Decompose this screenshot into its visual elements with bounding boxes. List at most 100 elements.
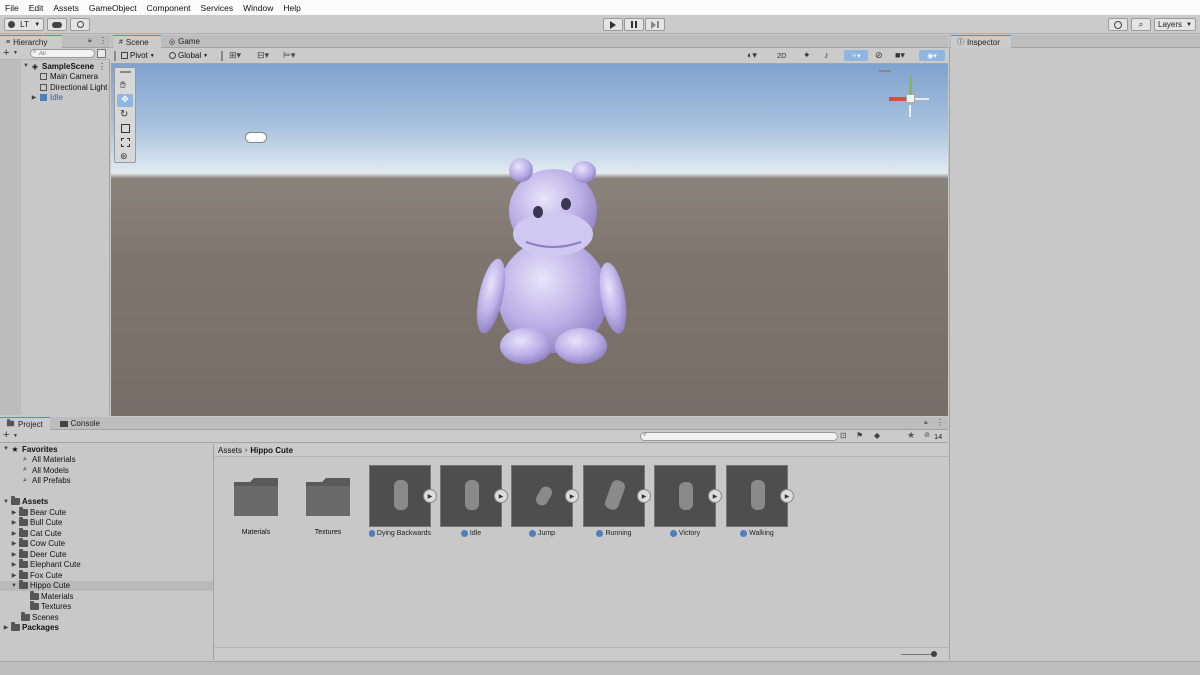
grid-snap-icon[interactable]: ⊞▾ bbox=[229, 50, 241, 61]
tree-item-bull-cute[interactable]: ▶ Bull Cute bbox=[10, 517, 62, 529]
tree-item-idle[interactable]: ▶ Idle bbox=[30, 93, 63, 104]
lock-icon[interactable]: 🔒︎ bbox=[88, 37, 92, 45]
tree-item-hippo-textures[interactable]: Textures bbox=[29, 601, 71, 613]
tree-item-hippo-materials[interactable]: Materials bbox=[29, 590, 73, 602]
hidden-packages-icon[interactable]: ⊘ bbox=[924, 431, 930, 439]
tree-item-elephant-cute[interactable]: ▶ Elephant Cute bbox=[10, 559, 81, 571]
camera-icon[interactable]: ■▾ bbox=[895, 50, 905, 61]
breadcrumb-assets[interactable]: Assets bbox=[218, 446, 242, 455]
expand-play-icon[interactable]: ▶ bbox=[708, 489, 722, 503]
expand-play-icon[interactable]: ▶ bbox=[565, 489, 579, 503]
tree-item-favorites[interactable]: ▼ ★ Favorites bbox=[2, 444, 58, 455]
expand-arrow-icon[interactable]: ▶ bbox=[10, 540, 18, 547]
star-icon[interactable]: ★ bbox=[907, 430, 915, 441]
effects-toggle[interactable]: ✧▾ bbox=[844, 50, 868, 61]
tag-icon[interactable]: ◆ bbox=[874, 431, 880, 440]
toggle-2d-button[interactable]: 2D bbox=[777, 51, 787, 60]
expand-arrow-icon[interactable]: ▶ bbox=[10, 551, 18, 558]
tree-item-directional-light[interactable]: Directional Light bbox=[38, 82, 110, 93]
hippo-model[interactable] bbox=[471, 156, 631, 366]
lighting-icon[interactable]: ✦ bbox=[803, 50, 811, 61]
zoom-slider-handle[interactable] bbox=[931, 651, 937, 657]
grid-folder-materials[interactable]: Materials bbox=[230, 472, 282, 542]
tree-item-bear-cute[interactable]: ▶ Bear Cute bbox=[10, 506, 66, 518]
tree-item-cow-cute[interactable]: ▶ Cow Cute bbox=[10, 538, 65, 550]
rotate-tool-icon[interactable]: ↻ bbox=[120, 109, 128, 120]
tab-console[interactable]: Console bbox=[54, 417, 106, 430]
step-button[interactable] bbox=[645, 18, 665, 31]
transform-tool-icon[interactable]: ⊛ bbox=[120, 151, 128, 162]
gizmo-neg-axis[interactable] bbox=[909, 105, 911, 117]
more-menu-icon[interactable]: ⋮ bbox=[98, 62, 106, 71]
hidden-objects-icon[interactable]: ⊘ bbox=[875, 50, 883, 61]
tab-inspector[interactable]: ⓘ Inspector bbox=[951, 35, 1011, 48]
tree-item-deer-cute[interactable]: ▶ Deer Cute bbox=[10, 548, 66, 560]
menu-help[interactable]: Help bbox=[278, 3, 305, 13]
expand-arrow-icon[interactable]: ▶ bbox=[10, 561, 18, 568]
global-dropdown[interactable]: Global ▼ bbox=[169, 50, 217, 61]
breadcrumb-current[interactable]: Hippo Cute bbox=[250, 446, 293, 455]
more-menu-icon[interactable]: ⋮ bbox=[99, 36, 107, 45]
menu-gameobject[interactable]: GameObject bbox=[84, 3, 142, 13]
gizmo-center[interactable] bbox=[906, 94, 915, 103]
hierarchy-search-input[interactable] bbox=[30, 49, 95, 58]
expand-play-icon[interactable]: ▶ bbox=[423, 489, 437, 503]
chevron-down-icon[interactable]: ▼ bbox=[13, 50, 18, 56]
favorite-all-materials[interactable]: ⌕ All Materials bbox=[20, 455, 76, 466]
expand-arrow-icon[interactable]: ▶ bbox=[30, 94, 38, 101]
pause-button[interactable] bbox=[624, 18, 644, 31]
gizmos-toggle[interactable]: ◉▾ bbox=[919, 50, 945, 61]
menu-edit[interactable]: Edit bbox=[24, 3, 49, 13]
expand-play-icon[interactable]: ▶ bbox=[637, 489, 651, 503]
asset-running[interactable]: ▶ Running bbox=[583, 465, 651, 537]
tree-item-packages[interactable]: ▶ Packages bbox=[2, 622, 59, 634]
zoom-slider-track[interactable] bbox=[901, 654, 935, 655]
layers-dropdown[interactable]: Layers ▼ bbox=[1154, 18, 1196, 31]
expand-arrow-icon[interactable]: ▶ bbox=[10, 519, 18, 526]
ruler-icon[interactable]: ⊨▾ bbox=[283, 50, 295, 61]
hand-tool-icon[interactable]: ✋︎ bbox=[120, 80, 126, 91]
tree-item-main-camera[interactable]: Main Camera bbox=[38, 72, 98, 83]
gizmo-y-axis[interactable] bbox=[909, 76, 912, 94]
add-icon[interactable]: + bbox=[3, 429, 9, 441]
history-button[interactable] bbox=[1108, 18, 1128, 31]
asset-walking[interactable]: ▶ Walking bbox=[726, 465, 794, 537]
expand-arrow-icon[interactable]: ▼ bbox=[2, 499, 10, 505]
project-search-input[interactable] bbox=[640, 432, 838, 441]
audio-icon[interactable]: ♪ bbox=[824, 50, 829, 60]
search-by-label-icon[interactable]: ⚑ bbox=[856, 431, 863, 440]
expand-arrow-icon[interactable]: ▶ bbox=[10, 509, 18, 516]
asset-victory[interactable]: ▶ Victory bbox=[654, 465, 722, 537]
add-icon[interactable]: + bbox=[3, 47, 9, 59]
expand-arrow-icon[interactable]: ▶ bbox=[10, 572, 18, 579]
rect-tool-icon[interactable] bbox=[121, 138, 130, 147]
account-dropdown[interactable]: LT ▼ bbox=[4, 18, 44, 31]
tree-item-cat-cute[interactable]: ▶ Cat Cute bbox=[10, 527, 62, 539]
menu-file[interactable]: File bbox=[0, 3, 24, 13]
cloud-button[interactable] bbox=[47, 18, 67, 31]
favorite-all-models[interactable]: ⌕ All Models bbox=[20, 465, 69, 476]
play-button[interactable] bbox=[603, 18, 623, 31]
tree-item-fox-cute[interactable]: ▶ Fox Cute bbox=[10, 569, 62, 581]
expand-play-icon[interactable]: ▶ bbox=[780, 489, 794, 503]
move-tool-icon[interactable]: ✥ bbox=[117, 94, 133, 107]
more-menu-icon[interactable]: ⋮ bbox=[936, 418, 944, 427]
tree-item-samplescene[interactable]: ▼ ◈ SampleScene ⋮ bbox=[22, 61, 106, 72]
tree-item-assets[interactable]: ▼ Assets bbox=[2, 496, 48, 508]
tree-item-scenes[interactable]: Scenes bbox=[20, 611, 59, 623]
tab-scene[interactable]: # Scene bbox=[113, 35, 161, 48]
gizmo-x-axis[interactable] bbox=[889, 97, 907, 101]
collab-button[interactable] bbox=[70, 18, 90, 31]
asset-jump[interactable]: ▶ Jump bbox=[511, 465, 579, 537]
expand-arrow-icon[interactable]: ▶ bbox=[10, 530, 18, 537]
search-button[interactable]: ⌕ bbox=[1131, 18, 1151, 31]
menu-component[interactable]: Component bbox=[142, 3, 196, 13]
asset-idle[interactable]: ▶ Idle bbox=[440, 465, 508, 537]
favorite-all-prefabs[interactable]: ⌕ All Prefabs bbox=[20, 476, 71, 487]
expand-arrow-icon[interactable]: ▼ bbox=[10, 583, 18, 589]
lock-icon[interactable]: 🔒︎ bbox=[924, 419, 928, 427]
expand-arrow-icon[interactable]: ▼ bbox=[22, 63, 30, 69]
expand-arrow-icon[interactable]: ▼ bbox=[2, 446, 10, 452]
scene-orientation-gizmo[interactable] bbox=[879, 70, 939, 132]
menu-assets[interactable]: Assets bbox=[48, 3, 84, 13]
